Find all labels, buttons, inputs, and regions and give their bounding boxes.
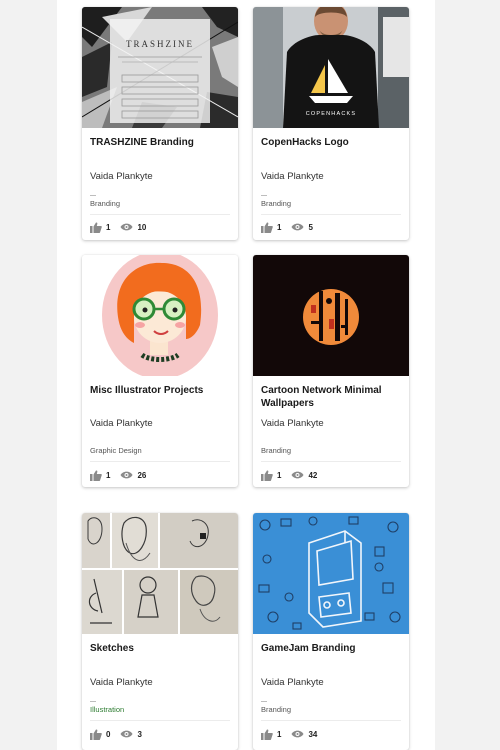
project-card[interactable]: TRASHZINE TRASHZINE Branding Vaida Plank…: [82, 7, 238, 240]
project-thumbnail[interactable]: [82, 513, 238, 634]
thumbs-up-icon[interactable]: [261, 469, 273, 481]
eye-icon: [291, 730, 304, 738]
thumbnail-title: TRASHZINE: [126, 39, 194, 49]
project-card[interactable]: COPENHACKS CopenHacks Logo Vaida Plankyt…: [253, 7, 409, 240]
project-author[interactable]: Vaida Plankyte: [261, 171, 403, 183]
project-author[interactable]: Vaida Plankyte: [261, 677, 403, 689]
project-card[interactable]: Cartoon Network Minimal Wallpapers Vaida…: [253, 255, 409, 487]
views-count: 26: [137, 470, 147, 480]
likes-count: 1: [106, 222, 111, 232]
divider: [90, 701, 96, 702]
divider: [261, 461, 401, 462]
project-stats: 0 3: [90, 728, 152, 740]
project-thumbnail[interactable]: TRASHZINE: [82, 7, 238, 128]
project-title[interactable]: Sketches: [90, 642, 232, 655]
project-stats: 1 42: [261, 469, 327, 481]
divider: [90, 195, 96, 196]
project-author[interactable]: Vaida Plankyte: [90, 677, 232, 689]
views-count: 10: [137, 222, 147, 232]
divider: [90, 461, 230, 462]
views-count: 34: [308, 729, 318, 739]
project-stats: 1 26: [90, 469, 156, 481]
project-title[interactable]: Misc Illustrator Projects: [90, 384, 232, 397]
likes-count: 1: [106, 470, 111, 480]
thumbnail-title: COPENHACKS: [306, 111, 357, 117]
project-stats: 1 34: [261, 728, 327, 740]
divider: [261, 720, 401, 721]
thumbs-up-icon[interactable]: [90, 221, 102, 233]
project-title[interactable]: CopenHacks Logo: [261, 136, 403, 149]
project-thumbnail[interactable]: [253, 513, 409, 634]
project-thumbnail[interactable]: [253, 255, 409, 376]
eye-icon: [120, 730, 133, 738]
project-category[interactable]: Branding: [90, 199, 232, 209]
likes-count: 1: [277, 470, 282, 480]
project-author[interactable]: Vaida Plankyte: [90, 418, 232, 430]
project-category[interactable]: Branding: [261, 446, 403, 456]
eye-icon: [120, 223, 133, 231]
project-category[interactable]: Branding: [261, 199, 403, 209]
project-category[interactable]: Graphic Design: [90, 446, 232, 456]
divider: [261, 195, 267, 196]
divider: [261, 214, 401, 215]
project-title[interactable]: TRASHZINE Branding: [90, 136, 232, 149]
project-stats: 1 5: [261, 221, 323, 233]
project-category[interactable]: Branding: [261, 705, 403, 715]
views-count: 5: [308, 222, 313, 232]
project-title[interactable]: GameJam Branding: [261, 642, 403, 655]
project-author[interactable]: Vaida Plankyte: [90, 171, 232, 183]
project-author[interactable]: Vaida Plankyte: [261, 418, 403, 430]
likes-count: 1: [277, 729, 282, 739]
likes-count: 0: [106, 729, 111, 739]
project-card[interactable]: Sketches Vaida Plankyte Illustration 0 3: [82, 513, 238, 750]
divider: [261, 701, 267, 702]
divider: [90, 720, 230, 721]
thumbs-up-icon[interactable]: [261, 728, 273, 740]
project-title[interactable]: Cartoon Network Minimal Wallpapers: [261, 384, 403, 410]
project-card[interactable]: Misc Illustrator Projects Vaida Plankyte…: [82, 255, 238, 487]
divider: [90, 214, 230, 215]
project-thumbnail[interactable]: [82, 255, 238, 376]
project-stats: 1 10: [90, 221, 156, 233]
likes-count: 1: [277, 222, 282, 232]
thumbs-up-icon[interactable]: [90, 728, 102, 740]
project-card[interactable]: GameJam Branding Vaida Plankyte Branding…: [253, 513, 409, 750]
project-thumbnail[interactable]: COPENHACKS: [253, 7, 409, 128]
project-grid: TRASHZINE TRASHZINE Branding Vaida Plank…: [57, 0, 435, 750]
eye-icon: [120, 471, 133, 479]
thumbs-up-icon[interactable]: [90, 469, 102, 481]
project-category[interactable]: Illustration: [90, 705, 232, 715]
thumbs-up-icon[interactable]: [261, 221, 273, 233]
eye-icon: [291, 471, 304, 479]
views-count: 42: [308, 470, 318, 480]
views-count: 3: [137, 729, 142, 739]
eye-icon: [291, 223, 304, 231]
